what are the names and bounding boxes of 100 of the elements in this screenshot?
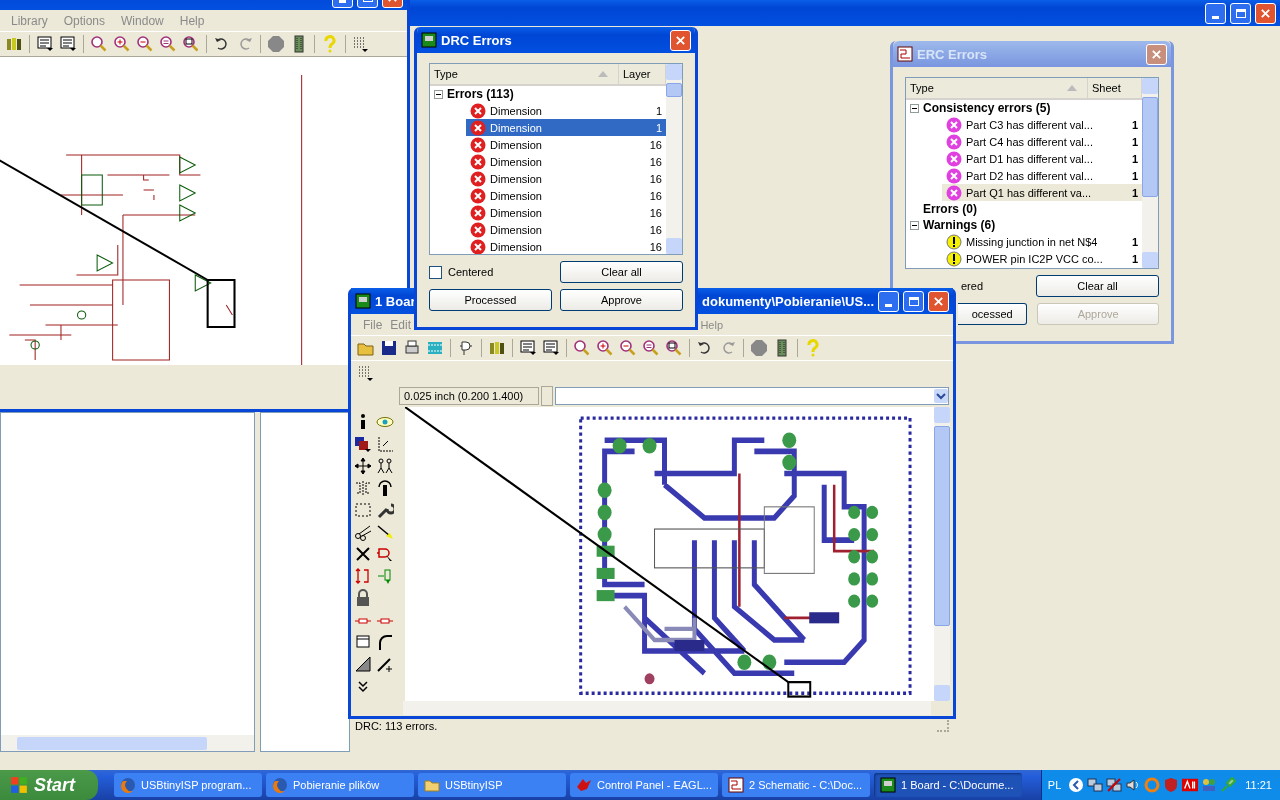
maximize-button[interactable] (1230, 2, 1251, 24)
scrollbar[interactable] (934, 407, 950, 701)
scroll-thumb[interactable] (934, 426, 950, 626)
scrollbar[interactable] (1, 735, 254, 751)
books-icon[interactable] (488, 339, 506, 357)
approve-button[interactable]: Approve (560, 289, 683, 311)
rotate-icon[interactable] (376, 479, 394, 497)
maximize-button[interactable] (903, 290, 924, 312)
column-header[interactable]: Type (906, 78, 1088, 98)
command-field[interactable] (0, 56, 407, 75)
graphics-card-icon[interactable] (1182, 777, 1199, 793)
group-label[interactable]: Warnings (6) (923, 218, 996, 232)
network-icon[interactable] (1106, 777, 1123, 793)
checkbox[interactable] (429, 265, 442, 279)
zoom-in-icon[interactable] (596, 339, 614, 357)
stop-icon[interactable] (750, 339, 768, 357)
books-icon[interactable] (5, 35, 23, 53)
grid-icon[interactable] (357, 364, 375, 382)
list-row[interactable]: Part C3 has different val... 1 (942, 116, 1142, 133)
scissors-icon[interactable] (354, 523, 372, 541)
zoom-out-icon[interactable] (136, 35, 154, 53)
document-arrow-icon[interactable] (36, 35, 54, 53)
list-row[interactable]: Part D2 has different val... 1 (942, 167, 1142, 184)
dashed-rectangle-icon[interactable] (354, 501, 372, 519)
zoom-out-icon[interactable] (619, 339, 637, 357)
list-row[interactable]: Dimension 1 (466, 102, 666, 119)
magnifier-lines-icon[interactable] (642, 339, 660, 357)
magnifier-window-icon[interactable] (182, 35, 200, 53)
lock-icon[interactable] (354, 589, 372, 607)
processed-button[interactable]: Processed (429, 289, 552, 311)
part-icon[interactable] (376, 545, 394, 563)
group-label[interactable]: Errors (0) (923, 202, 978, 216)
cross-icon[interactable] (354, 545, 372, 563)
scrollbar[interactable] (403, 701, 931, 715)
stop-icon[interactable] (267, 35, 285, 53)
scrollbar[interactable] (1142, 78, 1158, 268)
layers-icon[interactable] (354, 435, 372, 453)
line-plus-icon[interactable] (376, 655, 394, 673)
minimize-button[interactable] (1205, 2, 1226, 24)
group-label[interactable]: Consistency errors (5) (923, 101, 1051, 115)
group-label[interactable]: Errors (113) (447, 87, 514, 101)
taskbar-button[interactable]: Control Panel - EAGL... (570, 773, 718, 797)
taskbar-button[interactable]: 1 Board - C:\Docume... (874, 773, 1022, 797)
list-row[interactable]: Dimension 16 (466, 170, 666, 187)
minimize-button[interactable] (878, 290, 899, 312)
grid-icon[interactable] (352, 35, 370, 53)
figures-icon[interactable] (376, 457, 394, 475)
clear-all-button[interactable]: Clear all (1036, 275, 1159, 297)
ruler-icon[interactable] (376, 435, 394, 453)
document-arrow-icon[interactable] (59, 35, 77, 53)
scroll-thumb[interactable] (17, 736, 207, 750)
list-row[interactable]: Part D1 has different val... 1 (942, 150, 1142, 167)
wire-icon[interactable] (376, 523, 394, 541)
processed-button[interactable]: ocessed (958, 303, 1028, 325)
list-row[interactable]: Dimension 1 (466, 119, 666, 136)
close-button[interactable] (1146, 43, 1167, 65)
zoom-in-icon[interactable] (113, 35, 131, 53)
list-row[interactable]: Dimension 16 (466, 221, 666, 238)
list-row[interactable]: Dimension 16 (466, 187, 666, 204)
wrench-icon[interactable] (376, 501, 394, 519)
list-row[interactable]: Part Q1 has different va... 1 (942, 184, 1142, 201)
scroll-thumb[interactable] (666, 83, 682, 97)
close-button[interactable] (1255, 2, 1276, 24)
chevron-left-icon[interactable] (1068, 777, 1085, 793)
list-row[interactable]: Dimension 16 (466, 136, 666, 153)
list-row[interactable]: Dimension 16 (466, 204, 666, 221)
list-row[interactable]: Dimension 16 (466, 153, 666, 170)
taskbar-button[interactable]: 2 Schematic - C:\Doc... (722, 773, 870, 797)
collapse-icon[interactable] (910, 103, 919, 113)
magnifier-icon[interactable] (90, 35, 108, 53)
taskbar-button[interactable]: Pobieranie plików (266, 773, 414, 797)
document-arrow-icon[interactable] (519, 339, 537, 357)
arc-icon[interactable] (376, 633, 394, 651)
window-icon[interactable] (354, 633, 372, 651)
gate-icon[interactable] (457, 339, 475, 357)
save-icon[interactable] (380, 339, 398, 357)
magnifier-icon[interactable] (573, 339, 591, 357)
start-button[interactable]: Start (0, 770, 98, 800)
network-icon[interactable] (1087, 777, 1104, 793)
move-icon[interactable] (354, 457, 372, 475)
column-header[interactable]: Type (430, 64, 619, 84)
close-button[interactable] (670, 29, 691, 51)
document-arrow-icon[interactable] (542, 339, 560, 357)
swap-icon[interactable] (354, 567, 372, 585)
magnifier-window-icon[interactable] (665, 339, 683, 357)
command-field[interactable] (555, 387, 949, 405)
magnifier-lines-icon[interactable] (159, 35, 177, 53)
close-button[interactable] (928, 290, 949, 312)
wedge-icon[interactable] (354, 655, 372, 673)
language-indicator[interactable]: PL (1047, 779, 1062, 791)
list-row[interactable]: Missing junction in net N$4 1 (942, 233, 1142, 250)
taskbar-button[interactable]: USBtinyISP (418, 773, 566, 797)
scrollbar[interactable] (666, 64, 682, 254)
taskbar-button[interactable]: USBtinyISP program... (114, 773, 262, 797)
list-row[interactable]: POWER pin IC2P VCC co... 1 (942, 250, 1142, 267)
list-row[interactable]: Dimension 16 (466, 238, 666, 254)
dropdown-icon[interactable] (934, 389, 948, 403)
collapse-icon[interactable] (434, 89, 443, 99)
clear-all-button[interactable]: Clear all (560, 261, 683, 283)
collapse-icon[interactable] (910, 220, 919, 230)
